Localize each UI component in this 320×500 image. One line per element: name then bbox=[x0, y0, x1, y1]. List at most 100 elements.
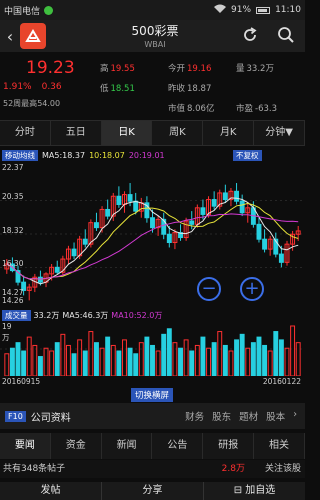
volume-bar bbox=[144, 336, 150, 377]
status-bar: 中国电信 91% 11:10 bbox=[0, 0, 305, 20]
quote-row: 高 19.55 今开 19.16 量 33.2万 bbox=[100, 58, 304, 78]
quote-cell-label: 低 bbox=[100, 84, 109, 94]
candle-body bbox=[54, 266, 60, 273]
news-tab[interactable]: 相关 bbox=[254, 433, 305, 459]
news-tab[interactable]: 公告 bbox=[152, 433, 204, 459]
candle-body bbox=[222, 192, 228, 201]
high52-label: 52周最高 bbox=[3, 99, 38, 108]
candle-body bbox=[71, 248, 77, 257]
adjust-badge[interactable]: 不复权 bbox=[233, 149, 262, 161]
candle-body bbox=[234, 190, 240, 202]
y-label-bottom: 14.26 bbox=[2, 296, 24, 305]
news-tab[interactable]: 要闻 bbox=[0, 433, 51, 459]
volume-bar bbox=[239, 333, 245, 377]
date-end: 20160122 bbox=[262, 377, 301, 386]
logo-icon bbox=[25, 29, 41, 42]
quote-cell-label: 量 bbox=[236, 64, 245, 74]
volume-bar bbox=[284, 347, 290, 377]
y-label-mid: 18.32 bbox=[2, 226, 24, 235]
period-tab[interactable]: 分时 bbox=[0, 121, 51, 145]
quote-cell: 量 33.2万 bbox=[236, 62, 304, 74]
plus-icon: + bbox=[244, 278, 260, 299]
ma-badge[interactable]: 移动均线 bbox=[2, 149, 38, 161]
volume-ma10: MA10:52.0万 bbox=[111, 310, 163, 320]
title-bar: ‹ 500彩票 WBAI bbox=[0, 20, 305, 52]
company-link[interactable]: 股东 bbox=[212, 409, 231, 423]
zoom-out-button[interactable]: − bbox=[197, 277, 221, 301]
volume-bar bbox=[206, 347, 211, 377]
landscape-switch-button[interactable]: 切换横屏 bbox=[131, 388, 174, 402]
volume-bar bbox=[273, 331, 279, 377]
candle-body bbox=[256, 223, 262, 240]
news-tab[interactable]: 资金 bbox=[51, 433, 102, 459]
watchlist-button[interactable]: ⊟ 加自选 bbox=[204, 482, 305, 500]
post-peek: 共有348条帖子 2.8万 关注该股 bbox=[0, 460, 305, 478]
volume-bar bbox=[82, 350, 88, 377]
candle-body bbox=[211, 199, 217, 207]
refresh-button[interactable] bbox=[239, 24, 261, 46]
company-link[interactable]: 财务 bbox=[185, 409, 204, 423]
volume-bar bbox=[211, 342, 217, 377]
volume-bar bbox=[88, 331, 94, 377]
period-tab[interactable]: 周K bbox=[152, 121, 204, 145]
wifi-icon bbox=[214, 4, 227, 16]
post-count: 共有348条帖子 bbox=[3, 464, 66, 474]
volume-bar bbox=[262, 344, 268, 377]
period-tab[interactable]: 月K bbox=[203, 121, 255, 145]
search-icon bbox=[278, 27, 294, 43]
company-section: F10 公司资料 财务 股东 题材 股本 › bbox=[0, 403, 305, 429]
company-link[interactable]: 股本 bbox=[266, 409, 285, 423]
volume-bar bbox=[194, 344, 200, 377]
y-label-upper: 20.35 bbox=[2, 192, 24, 201]
minus-square-icon: ⊟ bbox=[233, 485, 243, 496]
kline-chart[interactable]: 22.37 20.35 18.32 16.30 14.27 14.26 − + bbox=[0, 163, 305, 305]
period-tab[interactable]: 分钟▼ bbox=[254, 121, 305, 145]
quote-cell-label: 今开 bbox=[168, 64, 186, 74]
carrier-label: 中国电信 bbox=[4, 6, 41, 17]
volume-bar bbox=[15, 342, 21, 377]
period-tab[interactable]: 五日 bbox=[51, 121, 102, 145]
quote-cell-value: 19.55 bbox=[110, 64, 135, 74]
news-tab[interactable]: 新闻 bbox=[102, 433, 153, 459]
volume-bar bbox=[26, 336, 32, 377]
volume-svg bbox=[0, 325, 305, 377]
quote-cell-value: 18.87 bbox=[187, 84, 212, 94]
company-link[interactable]: 题材 bbox=[239, 409, 258, 423]
share-button[interactable]: 分享 bbox=[102, 482, 204, 500]
zoom-in-button[interactable]: + bbox=[240, 277, 264, 301]
volume-y-top: 19 bbox=[2, 322, 12, 331]
volume-ma5: MA5:46.3万 bbox=[62, 310, 109, 320]
clock: 11:10 bbox=[275, 5, 301, 15]
last-price: 19.23 bbox=[26, 58, 75, 78]
volume-bar bbox=[9, 347, 15, 377]
period-tab[interactable]: 日K bbox=[101, 121, 153, 145]
company-title[interactable]: 公司资料 bbox=[31, 409, 71, 424]
back-button[interactable]: ‹ bbox=[0, 20, 20, 52]
volume-bar bbox=[127, 347, 133, 377]
quote-cell: 高 19.55 bbox=[100, 62, 168, 74]
minus-icon: − bbox=[201, 278, 217, 299]
volume-bar bbox=[295, 342, 301, 377]
stock-title[interactable]: 500彩票 WBAI bbox=[100, 22, 210, 49]
volume-badge[interactable]: 成交量 bbox=[2, 309, 31, 321]
quote-grid: 高 19.55 今开 19.16 量 33.2万低 18.51 昨收 18.87 市值 8.06亿市… bbox=[100, 58, 304, 118]
y-label-lower: 16.30 bbox=[2, 259, 24, 268]
volume-bar bbox=[155, 350, 161, 377]
f10-badge[interactable]: F10 bbox=[5, 410, 26, 422]
volume-info: 成交量 33.2万 MA5:46.3万 MA10:52.0万 bbox=[0, 308, 305, 322]
candle-body bbox=[127, 194, 133, 202]
candle-body bbox=[239, 200, 245, 214]
candle-body bbox=[200, 207, 206, 215]
volume-bar bbox=[290, 325, 296, 377]
change-percent: 1.91% bbox=[3, 82, 32, 92]
follow-stock[interactable]: 关注该股 bbox=[265, 460, 301, 478]
volume-bar bbox=[21, 350, 27, 377]
app-logo[interactable] bbox=[20, 23, 46, 49]
post-button[interactable]: 发帖 bbox=[0, 482, 102, 500]
search-button[interactable] bbox=[275, 24, 297, 46]
news-tab[interactable]: 研报 bbox=[203, 433, 255, 459]
company-link[interactable]: › bbox=[293, 409, 297, 423]
candle-body bbox=[37, 276, 43, 283]
volume-chart[interactable]: 19 万 bbox=[0, 322, 305, 377]
volume-bar bbox=[37, 356, 43, 377]
